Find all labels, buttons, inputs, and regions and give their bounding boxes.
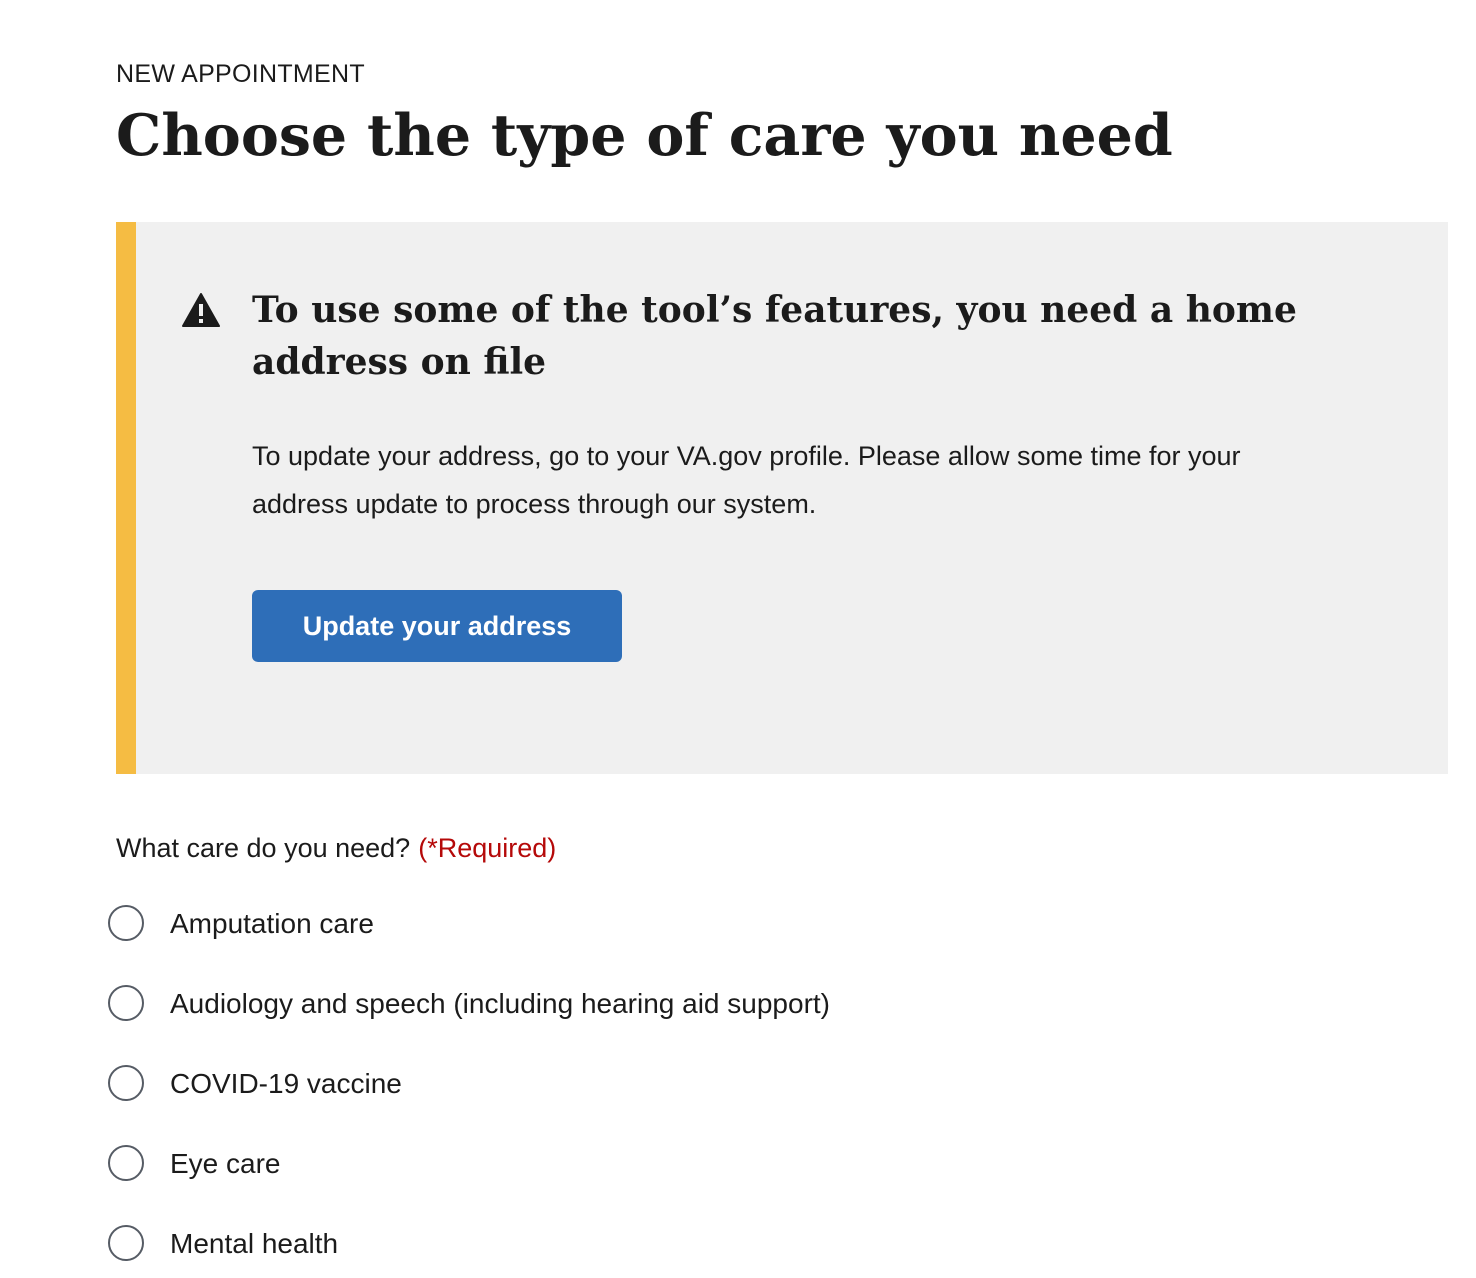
care-question-label: What care do you need?: [116, 833, 411, 863]
care-type-radio-group: Amputation care Audiology and speech (in…: [108, 900, 830, 1278]
page-eyebrow: NEW APPOINTMENT: [116, 60, 365, 88]
radio-button[interactable]: [108, 905, 144, 941]
radio-button[interactable]: [108, 1145, 144, 1181]
alert-heading: To use some of the tool’s features, you …: [252, 289, 1297, 383]
radio-option-label[interactable]: COVID-19 vaccine: [170, 1060, 402, 1108]
radio-option-audiology-and-speech[interactable]: Audiology and speech (including hearing …: [108, 980, 830, 1060]
radio-button[interactable]: [108, 1225, 144, 1261]
page-title: Choose the type of care you need: [116, 102, 1173, 169]
care-question: What care do you need? (*Required): [116, 826, 556, 870]
radio-option-eye-care[interactable]: Eye care: [108, 1140, 830, 1220]
alert-accent-bar: [116, 222, 136, 774]
radio-option-amputation-care[interactable]: Amputation care: [108, 900, 830, 980]
radio-option-label[interactable]: Audiology and speech (including hearing …: [170, 980, 830, 1028]
warning-icon: [182, 293, 220, 327]
radio-option-label[interactable]: Amputation care: [170, 900, 374, 948]
radio-option-covid-19-vaccine[interactable]: COVID-19 vaccine: [108, 1060, 830, 1140]
radio-button[interactable]: [108, 985, 144, 1021]
radio-option-label[interactable]: Mental health: [170, 1220, 338, 1268]
required-indicator: (*Required): [418, 833, 557, 863]
warning-alert: To use some of the tool’s features, you …: [116, 222, 1448, 774]
radio-option-mental-health[interactable]: Mental health: [108, 1220, 830, 1278]
radio-button[interactable]: [108, 1065, 144, 1101]
update-address-button[interactable]: Update your address: [252, 590, 622, 662]
radio-option-label[interactable]: Eye care: [170, 1140, 281, 1188]
alert-body: To update your address, go to your VA.go…: [252, 441, 1241, 519]
page: NEW APPOINTMENT Choose the type of care …: [0, 0, 1476, 1278]
